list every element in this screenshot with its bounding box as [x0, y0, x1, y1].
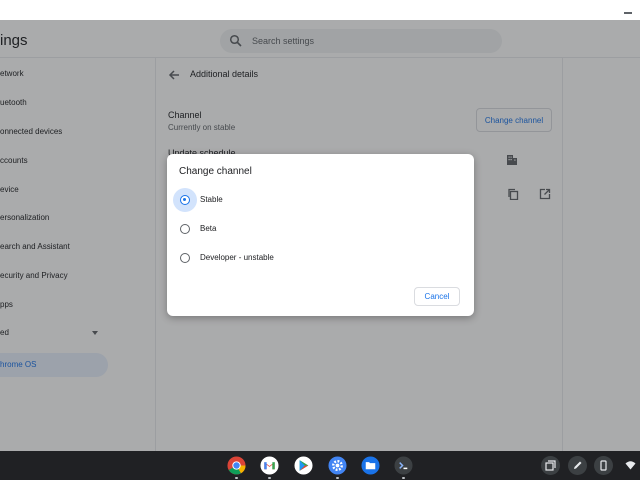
running-indicator	[402, 477, 405, 479]
phone-hub-button[interactable]	[594, 456, 613, 475]
stylus-button[interactable]	[568, 456, 587, 475]
play-store-icon[interactable]	[294, 456, 313, 475]
radio-button[interactable]	[180, 224, 190, 234]
chrome-icon[interactable]	[227, 456, 246, 475]
channel-option-beta[interactable]: Beta	[173, 217, 373, 241]
window-titlebar	[0, 0, 640, 20]
option-label: Developer - unstable	[200, 253, 274, 262]
overview-button[interactable]	[541, 456, 560, 475]
channel-option-developer[interactable]: Developer - unstable	[173, 246, 373, 270]
gmail-icon[interactable]	[260, 456, 279, 475]
running-indicator	[336, 477, 339, 479]
terminal-icon[interactable]	[394, 456, 413, 475]
cancel-button[interactable]: Cancel	[414, 287, 460, 306]
settings-icon[interactable]	[328, 456, 347, 475]
running-indicator	[235, 477, 238, 479]
change-channel-dialog: Change channel Stable Beta Developer - u…	[167, 154, 474, 316]
minimize-icon[interactable]	[622, 2, 634, 16]
phone-hub-icon	[600, 460, 607, 471]
channel-option-stable[interactable]: Stable	[173, 188, 373, 212]
radio-button-checked[interactable]	[180, 195, 190, 205]
overview-icon	[545, 460, 556, 471]
radio-button[interactable]	[180, 253, 190, 263]
option-label: Beta	[200, 224, 217, 233]
running-indicator	[268, 477, 271, 479]
status-tray[interactable]	[621, 456, 640, 475]
files-icon[interactable]	[361, 456, 380, 475]
stylus-icon	[574, 461, 582, 469]
wifi-icon	[625, 461, 636, 470]
dialog-title: Change channel	[179, 166, 252, 177]
option-label: Stable	[200, 195, 223, 204]
shelf	[0, 451, 640, 480]
